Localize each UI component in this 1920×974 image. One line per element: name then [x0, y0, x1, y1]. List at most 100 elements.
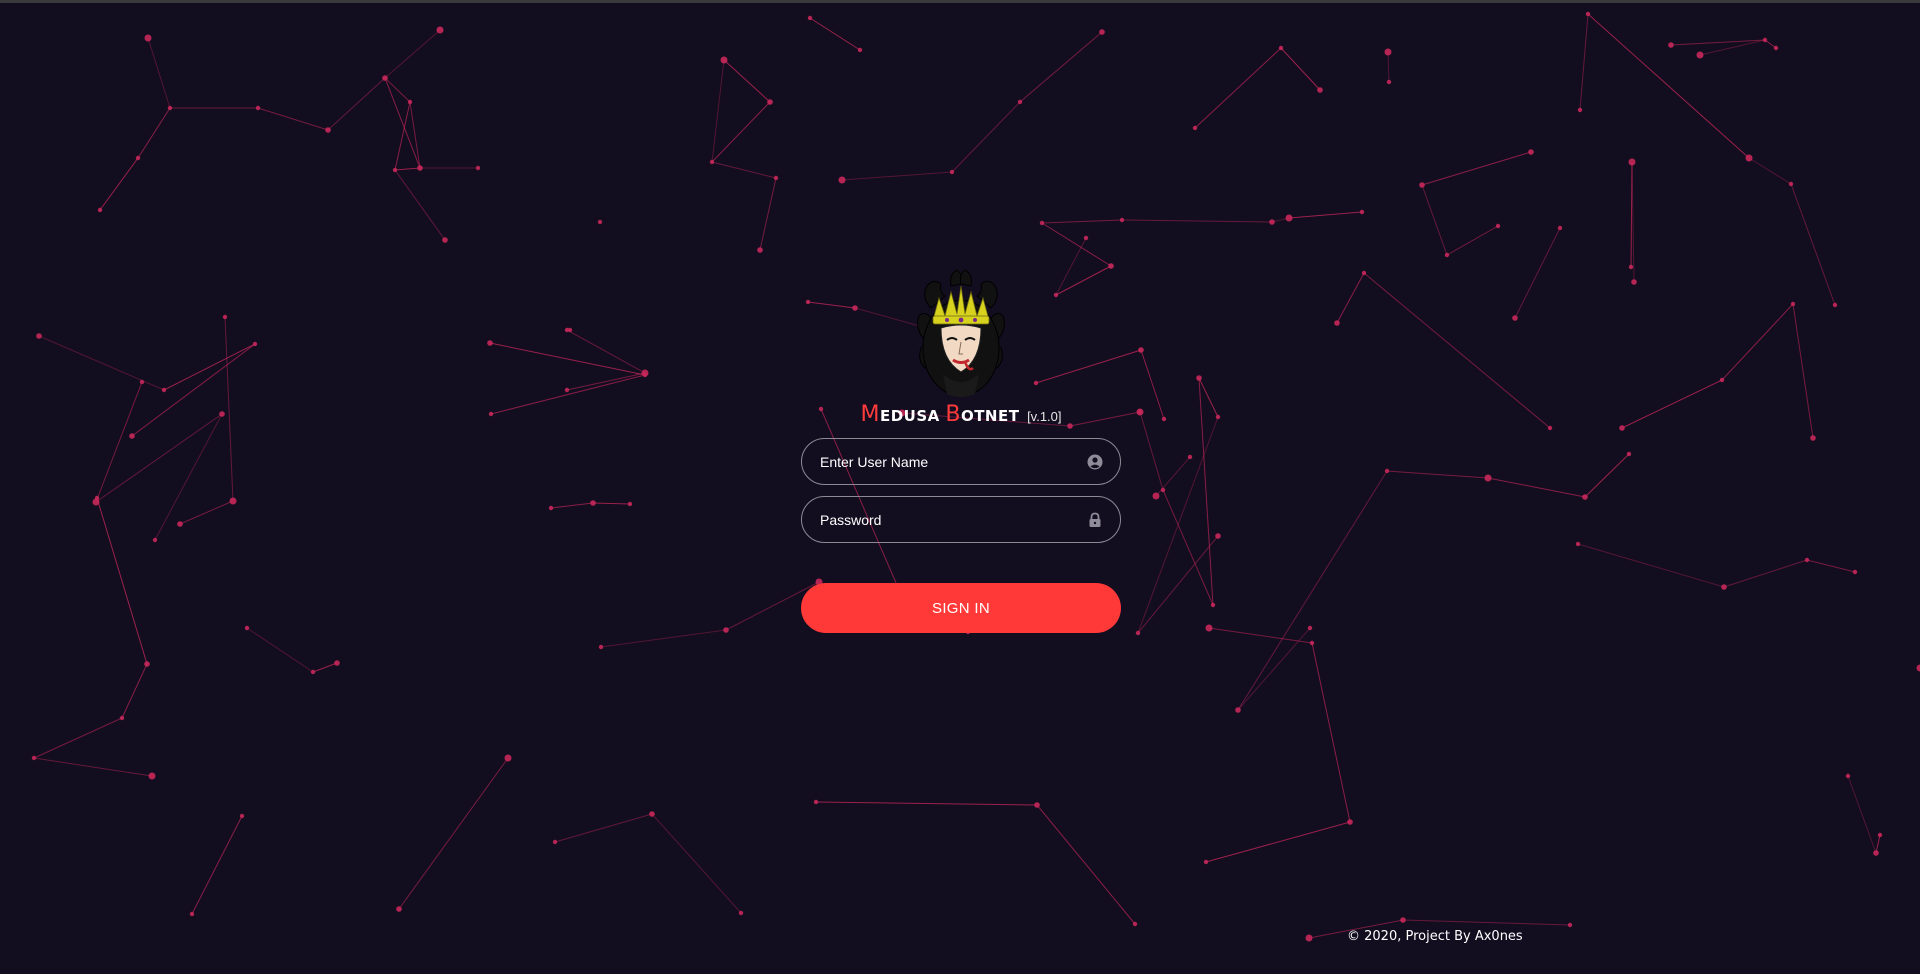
particle-link [179, 500, 234, 525]
particle-dot [1137, 409, 1143, 415]
particle-dot [1160, 487, 1166, 493]
particle-link [1205, 821, 1351, 863]
particle-dot [252, 341, 258, 347]
particle-dot [1877, 832, 1883, 838]
particle-dot [1619, 425, 1625, 431]
particle-link [1387, 51, 1390, 83]
medusa-logo [917, 269, 1005, 397]
particle-link [723, 59, 771, 103]
particle-link [246, 627, 314, 673]
particle-dot [1196, 375, 1202, 381]
particle-dot [92, 498, 100, 506]
particle-dot [1347, 819, 1353, 825]
particle-dot [641, 369, 649, 377]
particle-dot [1852, 569, 1858, 575]
particle-link [815, 801, 1038, 806]
password-input[interactable] [802, 497, 1120, 542]
particle-dot [1305, 934, 1313, 942]
particle-dot [229, 497, 237, 505]
particle-dot [97, 207, 103, 213]
particle-link [1631, 161, 1635, 283]
particle-link [224, 316, 234, 502]
username-field [801, 438, 1121, 485]
particle-dot [436, 26, 444, 34]
particle-dot [1762, 37, 1768, 43]
particle-link [1162, 489, 1214, 606]
particle-link [95, 413, 223, 503]
particle-dot [1187, 454, 1193, 460]
particle-link [1584, 453, 1630, 498]
particle-dot [1132, 921, 1138, 927]
particle-link [554, 813, 653, 843]
particle-dot [1359, 209, 1365, 215]
particle-dot [709, 159, 715, 165]
particle-link [137, 107, 171, 159]
particle-dot [757, 247, 763, 253]
particle-dot [649, 811, 655, 817]
particle-link [1363, 272, 1551, 429]
particle-link [1041, 219, 1123, 224]
particle-link [1137, 416, 1219, 634]
login-panel: Medusa Botnet [v.1.0] SIGN IN [800, 268, 1122, 633]
sign-in-button[interactable]: SIGN IN [801, 583, 1121, 633]
particle-dot [1099, 29, 1105, 35]
particle-dot [1083, 235, 1089, 241]
particle-link [1198, 377, 1214, 606]
particle-dot [31, 755, 37, 761]
particle-dot [1138, 347, 1144, 353]
username-input[interactable] [802, 439, 1120, 484]
particle-link [131, 343, 256, 437]
particle-dot [244, 625, 250, 631]
particle-dot [407, 99, 413, 105]
particle-dot [1628, 264, 1634, 270]
title-word2-rest: otnet [960, 407, 1020, 425]
particle-dot [177, 521, 183, 527]
particle-dot [1334, 320, 1340, 326]
particle-dot [1307, 625, 1313, 631]
particle-link [33, 757, 153, 777]
particle-dot [442, 237, 448, 243]
particle-link [1139, 411, 1164, 491]
particle-link [1311, 642, 1351, 823]
particle-link [99, 157, 139, 211]
particle-dot [488, 411, 494, 417]
particle-link [384, 77, 411, 103]
particle-dot [144, 661, 150, 667]
particle-dot [219, 411, 225, 417]
particle-link [1121, 219, 1273, 223]
particle-dot [222, 314, 228, 320]
particle-dot [1810, 435, 1816, 441]
particle-link [1036, 804, 1136, 925]
particle-dot [1790, 301, 1796, 307]
particle-link [1699, 39, 1766, 56]
particle-link [257, 107, 329, 131]
particle-link [1194, 47, 1282, 129]
particle-dot [392, 167, 398, 173]
particle-link [1621, 379, 1723, 429]
particle-link [1587, 13, 1750, 159]
particle-dot [1215, 414, 1221, 420]
particle-link [951, 101, 1021, 173]
particle-dot [487, 340, 493, 346]
particle-link [121, 663, 148, 719]
particle-dot [1575, 541, 1581, 547]
particle-link [384, 77, 421, 169]
particle-dot [773, 175, 779, 181]
particle-link [1237, 470, 1388, 711]
particle-link [1421, 151, 1532, 186]
particle-dot [1386, 79, 1392, 85]
particle-dot [1582, 494, 1588, 500]
particle-dot [738, 910, 744, 916]
particle-link [550, 502, 594, 509]
particle-dot [239, 813, 245, 819]
particle-dot [767, 99, 773, 105]
particle-dot [1384, 468, 1390, 474]
particle-dot [1626, 451, 1632, 457]
particle-dot [857, 47, 863, 53]
particle-dot [1278, 45, 1284, 51]
particle-dot [1557, 225, 1563, 231]
particle-dot [1745, 154, 1753, 162]
particle-dot [552, 839, 558, 845]
particle-dot [1512, 315, 1518, 321]
particle-link [1208, 627, 1313, 644]
